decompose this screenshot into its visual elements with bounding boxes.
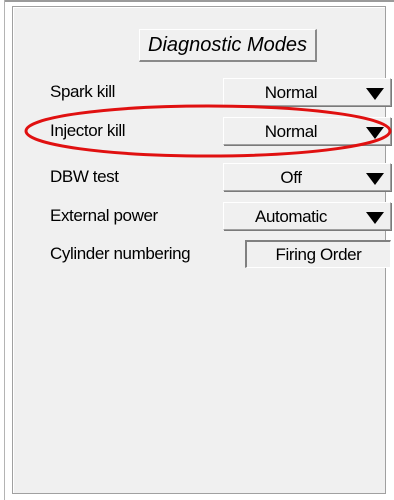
dropdown-arrow-icon xyxy=(366,127,384,139)
injector-kill-value: Normal xyxy=(264,122,318,141)
window-left-edge xyxy=(0,0,5,500)
row-spark-kill: Spark kill Normal xyxy=(50,78,391,106)
dropdown-arrow-icon xyxy=(366,88,384,100)
cylinder-numbering-value: Firing Order xyxy=(275,245,362,264)
external-power-dropdown[interactable]: Automatic xyxy=(223,202,391,230)
external-power-value: Automatic xyxy=(255,207,327,226)
spark-kill-label: Spark kill xyxy=(50,82,115,101)
window-top-edge xyxy=(0,0,394,2)
diagnostic-modes-panel: Diagnostic Modes Spark kill Normal Injec… xyxy=(12,6,391,494)
panel-title: Diagnostic Modes xyxy=(139,29,317,62)
external-power-label: External power xyxy=(50,206,158,225)
panel-title-wrap: Diagnostic Modes xyxy=(13,29,385,62)
injector-kill-dropdown[interactable]: Normal xyxy=(223,117,391,145)
dbw-test-label: DBW test xyxy=(50,167,119,186)
row-external-power: External power Automatic xyxy=(50,202,391,230)
dbw-test-dropdown[interactable]: Off xyxy=(223,163,391,191)
injector-kill-label: Injector kill xyxy=(50,121,126,140)
spark-kill-value: Normal xyxy=(264,83,318,102)
row-cylinder-numbering: Cylinder numbering Firing Order xyxy=(50,240,391,268)
dropdown-arrow-icon xyxy=(366,212,384,224)
dbw-test-value: Off xyxy=(280,168,302,187)
spark-kill-dropdown[interactable]: Normal xyxy=(223,78,391,106)
row-injector-kill: Injector kill Normal xyxy=(50,117,391,145)
row-dbw-test: DBW test Off xyxy=(50,163,391,191)
dropdown-arrow-icon xyxy=(366,173,384,185)
cylinder-numbering-label: Cylinder numbering xyxy=(50,244,191,263)
cylinder-numbering-field: Firing Order xyxy=(245,240,391,268)
